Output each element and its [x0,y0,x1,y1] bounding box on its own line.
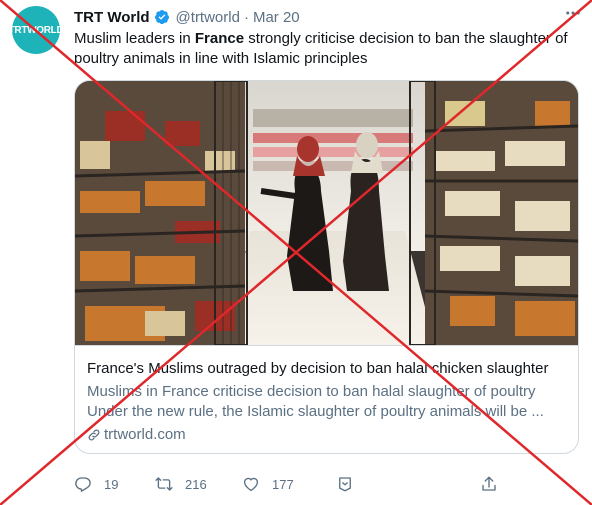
separator-dot: · [243,8,249,26]
card-title: France's Muslims outraged by decision to… [87,360,549,377]
tweet-text-hashtag-france[interactable]: France [195,30,244,47]
bookmark-icon [339,477,351,492]
heart-icon [243,477,259,492]
avatar-logo-text: TRTWORLD [12,24,60,36]
link-icon [88,429,100,440]
retweet-count: 216 [185,476,207,492]
share-icon [482,476,496,491]
like-count: 177 [272,476,294,492]
retweet-button[interactable]: 216 [155,472,207,496]
more-options-icon[interactable] [561,4,585,24]
share-button[interactable] [480,472,498,496]
reply-button[interactable]: 19 [74,472,118,496]
card-domain: trtworld.com [87,426,186,443]
card-text-area[interactable]: France's Muslims outraged by decision to… [75,345,578,453]
card-description-line-2: Under the new rule, the Islamic slaughte… [87,403,544,420]
author-name[interactable]: TRT World [74,9,150,26]
retweet-icon [155,477,173,491]
tweet-text: Muslim leaders in France strongly critic… [74,29,579,69]
reply-icon [75,477,91,493]
bookmark-button[interactable] [336,472,354,496]
card-description-line-1: Muslims in France criticise decision to … [87,383,536,400]
tweet-header: TRT World @trtworld · Mar 20 [74,7,300,27]
card-image[interactable] [75,81,578,345]
tweet-text-start: Muslim leaders in [74,30,195,47]
tweet-date[interactable]: Mar 20 [253,9,300,26]
card-domain-text: trtworld.com [104,426,186,443]
tweet-actions: 19 216 177 [74,472,514,496]
like-button[interactable]: 177 [242,472,294,496]
card-description: Muslims in France criticise decision to … [87,382,567,422]
avatar[interactable]: TRTWORLD [12,6,60,54]
link-card[interactable]: France's Muslims outraged by decision to… [74,80,579,454]
verified-badge-icon [154,10,169,25]
author-handle[interactable]: @trtworld [176,9,240,26]
reply-count: 19 [104,476,119,492]
tweet[interactable]: TRTWORLD TRT World @trtworld · Mar 20 Mu… [0,0,592,505]
